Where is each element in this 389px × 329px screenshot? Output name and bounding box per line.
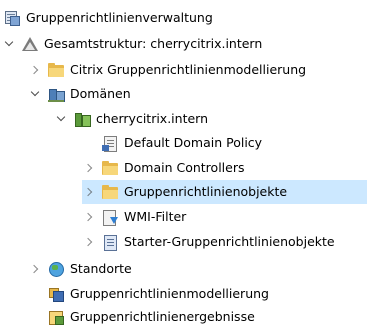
modeling-icon [48, 286, 64, 302]
tree-node-label: Domänen [70, 86, 131, 101]
tree-node-default-domain-policy[interactable]: Default Domain Policy [102, 131, 262, 155]
chevron-right-icon[interactable] [82, 210, 96, 224]
tree-node-label: Default Domain Policy [124, 135, 263, 150]
tree-node-label: Starter-Gruppenrichtlinienobjekte [124, 234, 335, 249]
tree-node-label: WMI-Filter [124, 209, 187, 224]
tree-node-label: Gruppenrichtlinienmodellierung [70, 286, 269, 301]
tree-node-gp-modeling[interactable]: Gruppenrichtlinienmodellierung [48, 282, 269, 306]
tree-root[interactable]: Gruppenrichtlinienverwaltung [4, 6, 213, 30]
chevron-right-icon[interactable] [28, 63, 42, 77]
tree-node-sites[interactable]: Standorte [28, 257, 132, 281]
gpo-link-icon [102, 135, 118, 152]
folder-icon [102, 184, 118, 200]
tree-node-label: Gruppenrichtlinienobjekte [124, 184, 288, 199]
chevron-down-icon[interactable] [28, 87, 42, 101]
tree-root-label: Gruppenrichtlinienverwaltung [26, 10, 213, 25]
sites-icon [48, 261, 64, 277]
forest-icon [22, 36, 38, 52]
tree-node-citrix-modeling[interactable]: Citrix Gruppenrichtlinienmodellierung [28, 58, 306, 82]
folder-icon [102, 160, 118, 176]
wmi-filter-icon [102, 209, 118, 226]
chevron-right-icon[interactable] [82, 185, 96, 199]
domains-icon [48, 86, 65, 102]
tree-node-domain[interactable]: cherrycitrix.intern [54, 107, 208, 131]
tree-node-starter-gpos[interactable]: Starter-Gruppenrichtlinienobjekte [82, 230, 335, 254]
tree-node-label: Standorte [70, 261, 132, 276]
starter-gpo-icon [102, 234, 118, 251]
tree-node-domain-controllers[interactable]: Domain Controllers [82, 156, 244, 180]
tree-node-forest[interactable]: Gesamtstruktur: cherrycitrix.intern [2, 32, 262, 56]
chevron-down-icon[interactable] [2, 37, 16, 51]
folder-icon [48, 62, 64, 78]
tree-node-gp-results[interactable]: Gruppenrichtlinienergebnisse [48, 305, 255, 329]
tree-node-label: cherrycitrix.intern [96, 111, 208, 126]
tree-node-domains[interactable]: Domänen [28, 82, 131, 106]
tree-node-wmi-filter[interactable]: WMI-Filter [82, 205, 186, 229]
tree-node-label: Gruppenrichtlinienergebnisse [70, 309, 255, 324]
chevron-down-icon[interactable] [54, 112, 68, 126]
chevron-right-icon[interactable] [82, 161, 96, 175]
chevron-right-icon[interactable] [82, 235, 96, 249]
tree-node-label: Citrix Gruppenrichtlinienmodellierung [70, 62, 307, 77]
chevron-right-icon[interactable] [28, 262, 42, 276]
tree-node-label: Domain Controllers [124, 160, 245, 175]
tree-node-label: Gesamtstruktur: cherrycitrix.intern [44, 36, 263, 51]
domain-icon [74, 111, 91, 127]
gpmc-icon [4, 10, 20, 26]
results-icon [48, 309, 64, 325]
tree-node-group-policy-objects[interactable]: Gruppenrichtlinienobjekte [82, 180, 367, 204]
